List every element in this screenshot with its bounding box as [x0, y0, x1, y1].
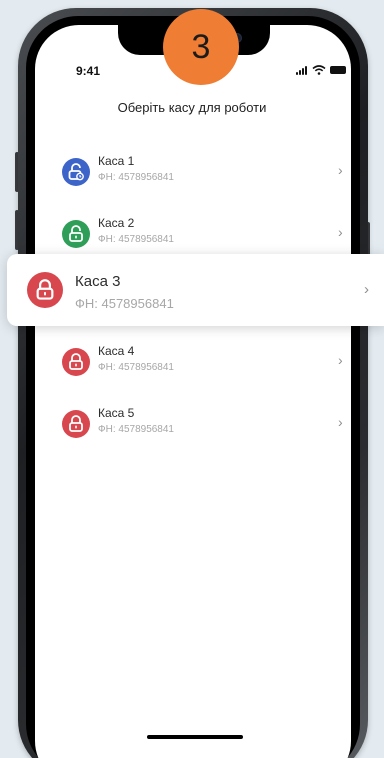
- chevron-right-icon: ›: [338, 414, 343, 430]
- register-name: Каса 4: [98, 344, 135, 358]
- status-bar-time: 9:41: [76, 64, 101, 78]
- lock-icon: [27, 272, 63, 308]
- wifi-icon: [312, 65, 326, 75]
- register-fiscal-number: ФН: 4578956841: [98, 362, 174, 373]
- register-item-4[interactable]: Каса 4 ФН: 4578956841 ›: [58, 340, 358, 390]
- register-name: Каса 2: [98, 216, 135, 230]
- tutorial-stage: 3 9:41 Оберіть касу для роботи Каса 1 ФН…: [0, 0, 384, 758]
- register-fiscal-number: ФН: 4578956841: [75, 296, 174, 311]
- lock-open-icon: [62, 220, 90, 248]
- status-bar-icons: [296, 65, 352, 77]
- register-item-3-highlighted[interactable]: Каса 3 ФН: 4578956841 ›: [7, 254, 384, 326]
- step-number-badge: 3: [163, 9, 239, 85]
- phone-screen: [35, 25, 351, 758]
- register-name: Каса 1: [98, 154, 135, 168]
- chevron-right-icon: ›: [338, 352, 343, 368]
- page-title: Оберіть касу для роботи: [117, 100, 267, 115]
- home-indicator[interactable]: [147, 735, 243, 739]
- signal-icon: [296, 65, 310, 75]
- register-item-1[interactable]: Каса 1 ФН: 4578956841 ›: [58, 150, 358, 200]
- battery-icon: [330, 66, 346, 74]
- chevron-right-icon: ›: [338, 162, 343, 178]
- chevron-right-icon: ›: [364, 281, 369, 298]
- register-name: Каса 5: [98, 406, 135, 420]
- lock-icon: [62, 410, 90, 438]
- register-fiscal-number: ФН: 4578956841: [98, 424, 174, 435]
- lock-refresh-icon: [62, 158, 90, 186]
- register-item-5[interactable]: Каса 5 ФН: 4578956841 ›: [58, 402, 358, 452]
- register-fiscal-number: ФН: 4578956841: [98, 234, 174, 245]
- register-name: Каса 3: [75, 273, 121, 290]
- register-fiscal-number: ФН: 4578956841: [98, 172, 174, 183]
- chevron-right-icon: ›: [338, 224, 343, 240]
- lock-icon: [62, 348, 90, 376]
